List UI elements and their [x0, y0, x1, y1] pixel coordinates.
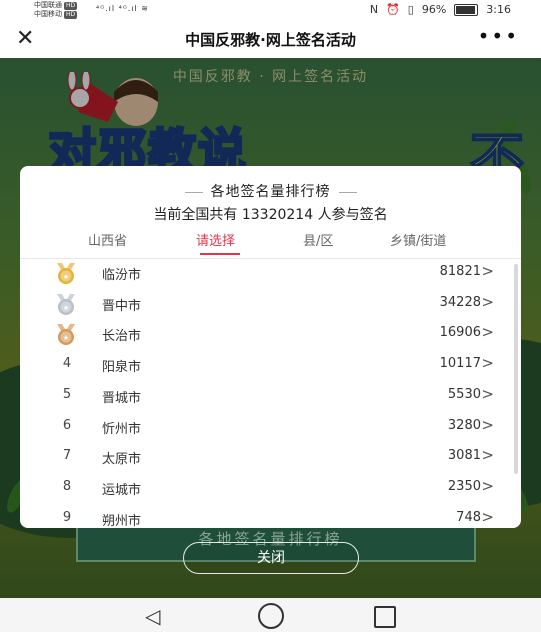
signature-count: 10117 — [439, 356, 481, 372]
navigation-bar: ◁ — [0, 598, 541, 632]
gold-medal-icon: ★ — [57, 263, 75, 284]
chevron-right-icon: > — [481, 323, 494, 342]
chevron-right-icon: > — [481, 507, 494, 526]
more-menu-icon[interactable]: ••• — [478, 24, 519, 48]
city-name: 太原市 — [102, 452, 142, 468]
city-name: 晋城市 — [102, 390, 142, 406]
alarm-icon: ⏰ — [386, 3, 400, 16]
back-icon[interactable]: ◁ — [145, 604, 160, 628]
rank-number: 5 — [62, 386, 72, 402]
signature-count: 3081 — [447, 448, 481, 464]
svg-text:★: ★ — [63, 304, 69, 312]
silver-medal-icon: ★ — [57, 293, 75, 315]
title-bar: ✕ 中国反邪教·网上签名活动 ••• — [0, 20, 541, 59]
city-name: 阳泉市 — [102, 360, 142, 376]
signature-count: 748 — [456, 509, 481, 525]
rank-number: 9 — [62, 509, 72, 525]
signature-count: 16906 — [439, 325, 481, 341]
rank-number: 4 — [62, 356, 72, 372]
city-name: 忻州市 — [102, 421, 142, 437]
scrollbar[interactable] — [514, 264, 518, 474]
battery-icon — [454, 3, 479, 16]
chevron-right-icon: > — [481, 415, 494, 434]
list-item[interactable]: 4 阳泉市 10117 > — [20, 350, 521, 381]
home-icon[interactable] — [258, 603, 284, 629]
svg-text:★: ★ — [63, 334, 69, 342]
city-name: 朔州市 — [102, 513, 142, 528]
svg-text:★: ★ — [63, 273, 69, 281]
tab-town[interactable]: 乡镇/街道 — [390, 230, 446, 249]
close-button[interactable]: 关闭 — [183, 542, 359, 574]
city-name: 运城市 — [102, 482, 142, 498]
signature-count: 2350 — [447, 478, 481, 494]
bronze-medal-icon: ★ — [57, 324, 75, 346]
carrier-1: 中国联通 HD — [34, 1, 78, 10]
list-item[interactable]: 9 朔州市 748 > — [20, 504, 521, 528]
chevron-right-icon: > — [481, 354, 494, 373]
tab-county[interactable]: 县/区 — [303, 230, 333, 249]
carrier-2: 中国移动 HD — [34, 10, 78, 19]
ranking-list: ★ 临汾市 81821 > ★ 晋中市 34228 > ★ 长治市 16906 >4 阳泉市 10117 >… — [20, 258, 521, 528]
tab-province[interactable]: 山西省 — [88, 230, 127, 249]
status-bar: 中国联通 HD 中国移动 HD ⁴ᴳ.ıl ⁴ᴳ.ıl ≋ N ⏰ ▯ 96% 3:… — [0, 0, 541, 20]
rank-number: 7 — [62, 448, 72, 464]
city-name: 长治市 — [102, 329, 142, 345]
nfc-icon: N — [369, 3, 379, 16]
list-item[interactable]: ★ 临汾市 81821 > — [20, 258, 521, 289]
list-item[interactable]: ★ 晋中市 34228 > — [20, 289, 521, 320]
city-name: 晋中市 — [102, 298, 142, 314]
active-tab-indicator — [200, 253, 240, 255]
vibrate-icon: ▯ — [407, 3, 414, 16]
battery-percent: 96% — [421, 3, 447, 16]
chevron-right-icon: > — [481, 476, 494, 495]
modal-summary: 当前全国共有 13320214 人参与签名 — [153, 207, 388, 223]
modal-title: 各地签名量排行榜 — [20, 181, 521, 201]
rank-number: 6 — [62, 417, 72, 433]
chevron-right-icon: > — [481, 446, 494, 465]
list-item[interactable]: 7 太原市 3081 > — [20, 442, 521, 473]
signature-count: 34228 — [439, 294, 481, 310]
list-item[interactable]: 6 忻州市 3280 > — [20, 412, 521, 443]
list-item[interactable]: 5 晋城市 5530 > — [20, 381, 521, 412]
rank-number: 8 — [62, 478, 72, 494]
region-tabs: 山西省 请选择 县/区 乡镇/街道 — [20, 230, 521, 259]
chevron-right-icon: > — [481, 384, 494, 403]
page-title: 中国反邪教·网上签名活动 — [185, 31, 356, 49]
signature-count: 3280 — [447, 417, 481, 433]
signature-count: 5530 — [447, 386, 481, 402]
recent-apps-icon[interactable] — [374, 606, 396, 628]
clock: 3:16 — [486, 3, 511, 16]
ranking-modal: 各地签名量排行榜 当前全国共有 13320214 人参与签名 山西省 请选择 县… — [20, 166, 521, 528]
signature-count: 81821 — [439, 264, 481, 279]
chevron-right-icon: > — [481, 262, 494, 280]
tab-city-select[interactable]: 请选择 — [196, 230, 235, 249]
chevron-right-icon: > — [481, 292, 494, 311]
list-item[interactable]: 8 运城市 2350 > — [20, 473, 521, 504]
signal-icon: ⁴ᴳ.ıl ⁴ᴳ.ıl ≋ — [96, 4, 149, 13]
list-item[interactable]: ★ 长治市 16906 > — [20, 319, 521, 350]
city-name: 临汾市 — [102, 268, 142, 283]
